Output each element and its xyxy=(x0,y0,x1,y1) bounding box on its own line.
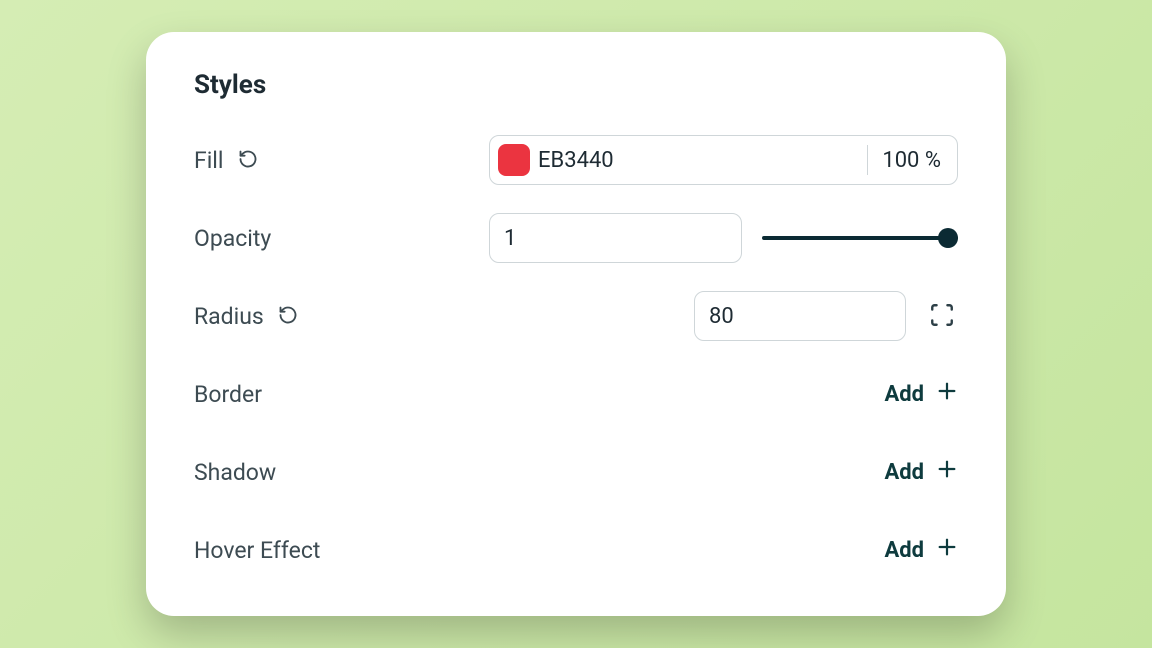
hover-label-col: Hover Effect xyxy=(194,537,489,564)
hover-row: Hover Effect Add xyxy=(194,524,958,576)
shadow-label-col: Shadow xyxy=(194,459,489,486)
hover-label: Hover Effect xyxy=(194,537,320,564)
hover-add-button[interactable]: Add xyxy=(884,536,958,564)
border-add-button[interactable]: Add xyxy=(884,380,958,408)
fill-label: Fill xyxy=(194,147,224,174)
opacity-label-col: Opacity xyxy=(194,225,489,252)
expand-corners-icon xyxy=(929,302,955,331)
add-label: Add xyxy=(884,460,924,485)
styles-panel: Styles Fill EB3440 100 % Opacity xyxy=(146,32,1006,616)
fill-label-col: Fill xyxy=(194,147,489,174)
radius-controls xyxy=(489,291,958,341)
shadow-label: Shadow xyxy=(194,459,276,486)
fill-swatch[interactable] xyxy=(498,144,530,176)
fill-divider xyxy=(867,145,868,175)
hover-controls: Add xyxy=(489,536,958,564)
radius-expand-button[interactable] xyxy=(926,300,958,332)
fill-color-field[interactable]: EB3440 100 % xyxy=(489,135,958,185)
border-controls: Add xyxy=(489,380,958,408)
add-label: Add xyxy=(884,538,924,563)
radius-row: Radius xyxy=(194,290,958,342)
opacity-row: Opacity xyxy=(194,212,958,264)
fill-opacity-value[interactable]: 100 % xyxy=(876,148,947,173)
border-row: Border Add xyxy=(194,368,958,420)
opacity-slider[interactable] xyxy=(762,226,958,250)
radius-reset-button[interactable] xyxy=(276,304,300,328)
opacity-controls xyxy=(489,213,958,263)
reset-icon xyxy=(238,149,258,172)
shadow-controls: Add xyxy=(489,458,958,486)
fill-reset-button[interactable] xyxy=(236,148,260,172)
shadow-add-button[interactable]: Add xyxy=(884,458,958,486)
opacity-input[interactable] xyxy=(489,213,742,263)
slider-thumb[interactable] xyxy=(938,228,958,248)
shadow-row: Shadow Add xyxy=(194,446,958,498)
opacity-label: Opacity xyxy=(194,225,271,252)
add-label: Add xyxy=(884,382,924,407)
border-label: Border xyxy=(194,381,262,408)
slider-track xyxy=(762,236,958,240)
plus-icon xyxy=(936,536,958,564)
fill-hex-value[interactable]: EB3440 xyxy=(538,148,859,173)
fill-row: Fill EB3440 100 % xyxy=(194,134,958,186)
panel-title: Styles xyxy=(194,70,958,100)
radius-label: Radius xyxy=(194,303,264,330)
plus-icon xyxy=(936,458,958,486)
radius-label-col: Radius xyxy=(194,303,489,330)
plus-icon xyxy=(936,380,958,408)
radius-input[interactable] xyxy=(694,291,906,341)
reset-icon xyxy=(278,305,298,328)
fill-controls: EB3440 100 % xyxy=(489,135,958,185)
border-label-col: Border xyxy=(194,381,489,408)
